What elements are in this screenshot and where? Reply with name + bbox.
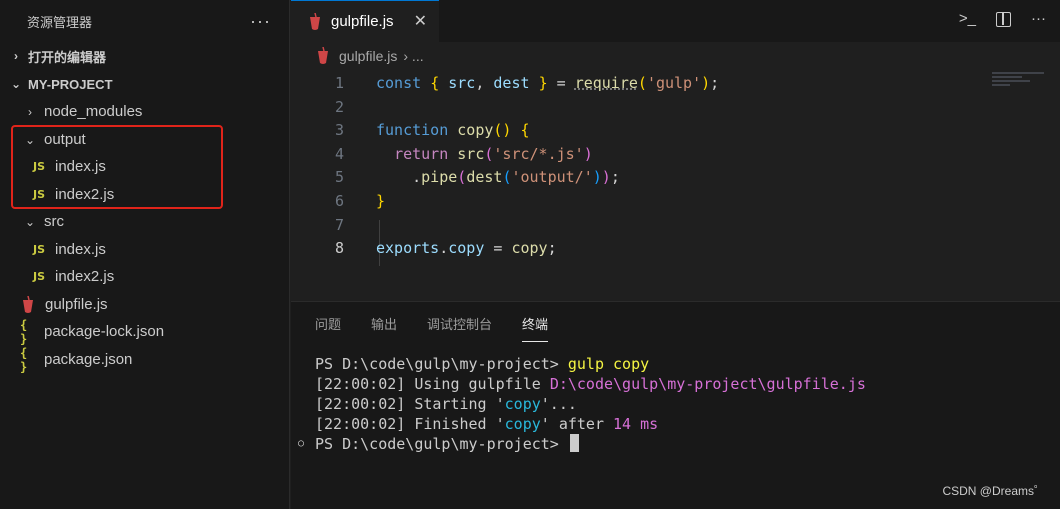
tree-item-gulpfile[interactable]: gulpfile.js bbox=[0, 291, 289, 318]
command-decoration-icon: ○ bbox=[298, 438, 305, 449]
tab-terminal[interactable]: 终端 bbox=[522, 314, 549, 342]
line-number: 1 bbox=[334, 74, 344, 92]
tree-item-package-lock-json[interactable]: { } package-lock.json bbox=[0, 317, 289, 346]
split-editor-icon[interactable] bbox=[996, 12, 1011, 27]
code-line: 6 } bbox=[291, 189, 991, 213]
minimap[interactable] bbox=[992, 70, 1052, 92]
line-number: 3 bbox=[334, 121, 344, 139]
tree-item-label: index.js bbox=[55, 241, 106, 258]
terminal[interactable]: PS D:\code\gulp\my-project> gulp copy [22… bbox=[298, 354, 866, 454]
terminal-line: [22:00:02] Using gulpfile D:\code\gulp\m… bbox=[315, 375, 866, 393]
terminal-line: [22:00:02] Finished 'copy' after 14 ms bbox=[315, 415, 659, 433]
tree-item-package-json[interactable]: { } package.json bbox=[0, 345, 289, 374]
open-editors-label: 打开的编辑器 bbox=[28, 49, 107, 65]
gulp-icon bbox=[310, 12, 320, 30]
tree-item-node-modules[interactable]: › node_modules bbox=[0, 98, 289, 125]
tree-item-label: node_modules bbox=[44, 103, 143, 120]
gulp-icon bbox=[23, 295, 33, 313]
code-editor[interactable]: 1 const { src, dest } = require('gulp');… bbox=[291, 70, 1060, 331]
annotation-highlight-box bbox=[11, 125, 223, 209]
watermark: CSDN @Dreams゜ bbox=[942, 484, 1046, 498]
line-number: 4 bbox=[334, 145, 344, 163]
breadcrumb-file[interactable]: gulpfile.js bbox=[339, 48, 397, 64]
line-number: 6 bbox=[334, 192, 344, 210]
javascript-file-icon: JS bbox=[33, 243, 46, 256]
bottom-panel: 问题 输出 调试控制台 终端 PS D:\code\gulp\my-projec… bbox=[291, 301, 1060, 509]
editor-tab-bar: gulpfile.js ✕ >_ ··· bbox=[291, 0, 1060, 42]
chevron-right-icon: › bbox=[14, 49, 18, 63]
line-number: 7 bbox=[334, 216, 344, 234]
tree-item-label: package.json bbox=[44, 351, 133, 368]
tree-item-label: index2.js bbox=[55, 268, 115, 285]
line-number: 5 bbox=[334, 168, 344, 186]
line-number: 8 bbox=[334, 239, 344, 257]
project-label: MY-PROJECT bbox=[28, 76, 113, 92]
explorer-title: 资源管理器 bbox=[27, 14, 93, 30]
editor-actions: >_ ··· bbox=[959, 10, 1046, 27]
tab-gulpfile[interactable]: gulpfile.js ✕ bbox=[291, 0, 439, 42]
code-line: 2 bbox=[291, 95, 991, 119]
tree-item-label: gulpfile.js bbox=[45, 296, 108, 313]
tab-debug-console[interactable]: 调试控制台 bbox=[427, 314, 492, 333]
project-section[interactable]: ⌄ MY-PROJECT bbox=[0, 70, 289, 98]
panel-tabs: 问题 输出 调试控制台 终端 bbox=[291, 302, 1060, 344]
tree-item-src-index-js[interactable]: JS index.js bbox=[0, 236, 289, 263]
more-actions-icon[interactable]: ··· bbox=[1031, 10, 1046, 27]
gulp-icon bbox=[318, 47, 328, 64]
code-line: 8 exports.copy = copy; bbox=[291, 236, 991, 260]
terminal-line: [22:00:02] Starting 'copy'... bbox=[315, 395, 577, 413]
javascript-file-icon: JS bbox=[33, 270, 46, 283]
code-line: 7 bbox=[291, 213, 991, 237]
code-line: 3 function copy() { bbox=[291, 118, 991, 142]
tree-item-src[interactable]: ⌄ src bbox=[0, 208, 289, 235]
explorer-sidebar: 资源管理器 ··· › 打开的编辑器 ⌄ MY-PROJECT › node_m… bbox=[0, 0, 290, 509]
code-line: 1 const { src, dest } = require('gulp'); bbox=[291, 71, 991, 95]
tree-item-label: package-lock.json bbox=[44, 323, 165, 340]
terminal-line: ○ PS D:\code\gulp\my-project> bbox=[298, 434, 866, 454]
open-editors-section[interactable]: › 打开的编辑器 bbox=[0, 42, 289, 70]
tab-label: gulpfile.js bbox=[331, 13, 394, 30]
terminal-icon[interactable]: >_ bbox=[959, 10, 976, 27]
code-line: 5 .pipe(dest('output/')); bbox=[291, 165, 991, 189]
terminal-cursor bbox=[569, 434, 579, 452]
chevron-down-icon: ⌄ bbox=[24, 214, 36, 229]
chevron-right-icon: › bbox=[28, 104, 32, 119]
breadcrumb-rest[interactable]: › ... bbox=[403, 48, 423, 64]
json-file-icon: { } bbox=[20, 345, 28, 374]
tree-item-label: src bbox=[44, 213, 64, 230]
close-icon[interactable]: ✕ bbox=[414, 11, 427, 31]
json-file-icon: { } bbox=[20, 317, 28, 346]
terminal-line: PS D:\code\gulp\my-project> gulp copy bbox=[315, 355, 650, 373]
tab-output[interactable]: 输出 bbox=[371, 314, 397, 333]
chevron-down-icon: ⌄ bbox=[10, 77, 22, 91]
tree-item-src-index2-js[interactable]: JS index2.js bbox=[0, 263, 289, 290]
line-number: 2 bbox=[334, 98, 344, 116]
code-line: 4 return src('src/*.js') bbox=[291, 142, 991, 166]
more-actions-icon[interactable]: ··· bbox=[250, 11, 271, 32]
explorer-header: 资源管理器 ··· bbox=[0, 0, 289, 42]
terminal-command: gulp copy bbox=[567, 355, 650, 373]
breadcrumb: gulpfile.js › ... bbox=[291, 42, 1060, 70]
tab-problems[interactable]: 问题 bbox=[315, 314, 341, 333]
